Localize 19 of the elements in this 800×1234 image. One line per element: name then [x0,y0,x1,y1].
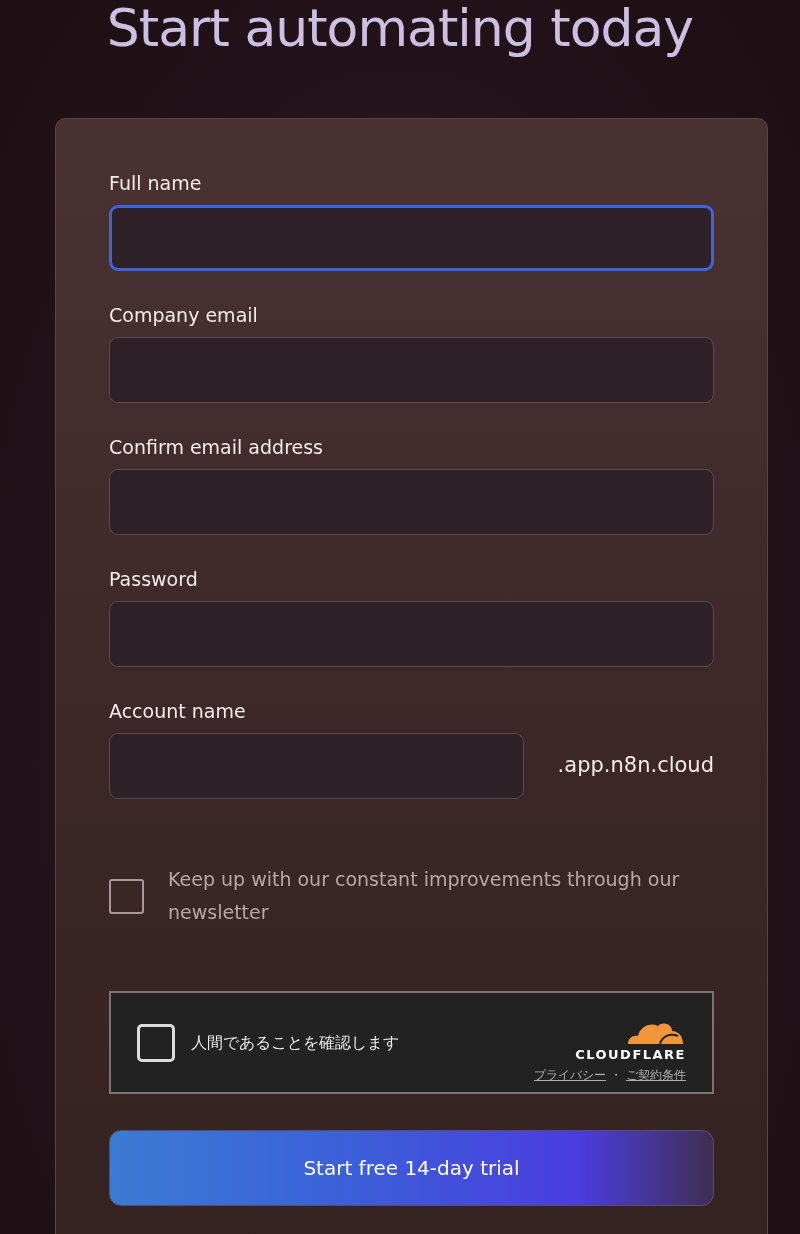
input-field[interactable] [109,601,714,667]
input-field[interactable] [109,337,714,403]
domain-suffix: .app.n8n.cloud [557,752,714,780]
field-label: Confirm email address [109,435,324,459]
captcha-label: 人間であることを確認します [191,1031,399,1054]
separator: ・ [610,1067,622,1085]
brand-name: CLOUDFLARE [575,1045,686,1064]
field-label: Full name [109,171,203,195]
checkbox-label: Keep up with our constant improvements through our newsletter [168,867,681,925]
input-field[interactable] [109,469,714,535]
footer-link[interactable]: プライバシー [534,1066,606,1085]
footer-link[interactable]: ご契約条件 [626,1066,686,1085]
input-field[interactable] [109,205,714,271]
field-label: Company email [109,303,259,327]
input-field[interactable] [109,733,524,799]
field-label: Account name [109,699,247,723]
checkbox[interactable] [109,878,144,914]
field-label: Password [109,567,199,591]
submit-button[interactable]: Start free 14-day trial [109,1130,714,1206]
